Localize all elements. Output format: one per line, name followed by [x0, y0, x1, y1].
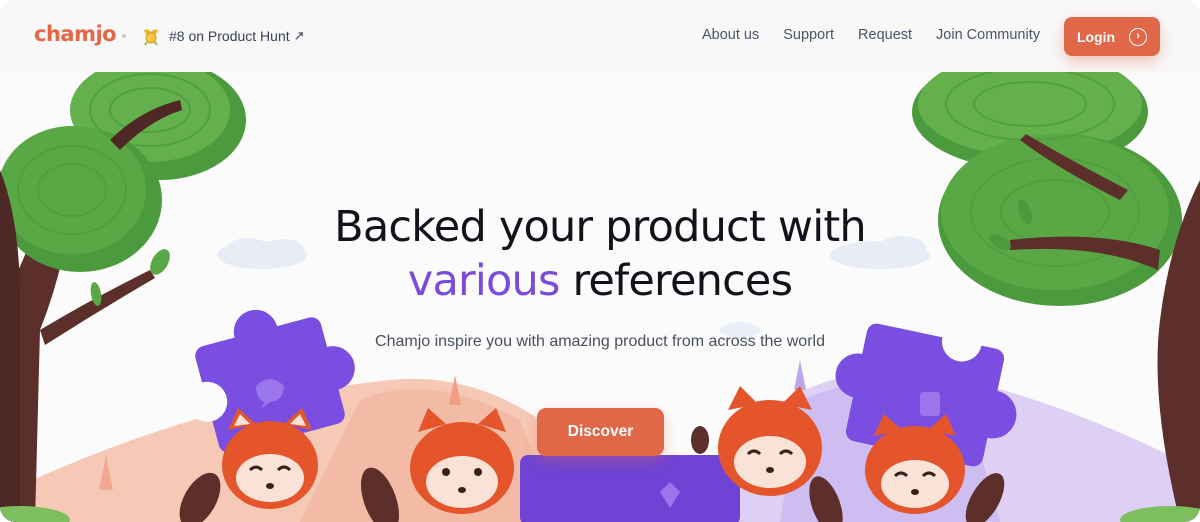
discover-button[interactable]: Discover — [537, 408, 664, 456]
chevron-right-circle-icon: › — [1129, 27, 1148, 46]
medal-icon — [144, 29, 158, 46]
brand-logo[interactable]: chamjo — [34, 22, 117, 46]
page-frame: chamjo #8 on Product Hunt ↗ About us Sup… — [0, 0, 1200, 522]
nav-link-request[interactable]: Request — [858, 27, 912, 43]
hero-title-accent: various — [407, 256, 561, 306]
hero-subtitle: Chamjo inspire you with amazing product … — [375, 333, 825, 350]
nav-link-support[interactable]: Support — [783, 27, 834, 43]
login-label: Login — [1076, 28, 1116, 45]
nav-link-join-community[interactable]: Join Community — [936, 27, 1040, 43]
login-button[interactable]: Login › — [1064, 17, 1160, 56]
badge-text: #8 on Product Hunt — [169, 28, 290, 44]
separator-dot — [122, 34, 126, 38]
external-arrow-icon: ↗ — [293, 28, 305, 43]
hero-title-line2: various references — [0, 254, 1200, 308]
top-nav: chamjo #8 on Product Hunt ↗ About us Sup… — [0, 0, 1200, 72]
hero-title: Backed your product with various referen… — [0, 200, 1200, 308]
nav-link-about-us[interactable]: About us — [702, 27, 759, 43]
nav-links: About us Support Request Join Community — [702, 27, 1040, 43]
hero-title-rest: references — [559, 256, 793, 306]
hero-title-line1: Backed your product with — [334, 202, 867, 252]
product-hunt-badge[interactable]: #8 on Product Hunt ↗ — [141, 26, 305, 46]
